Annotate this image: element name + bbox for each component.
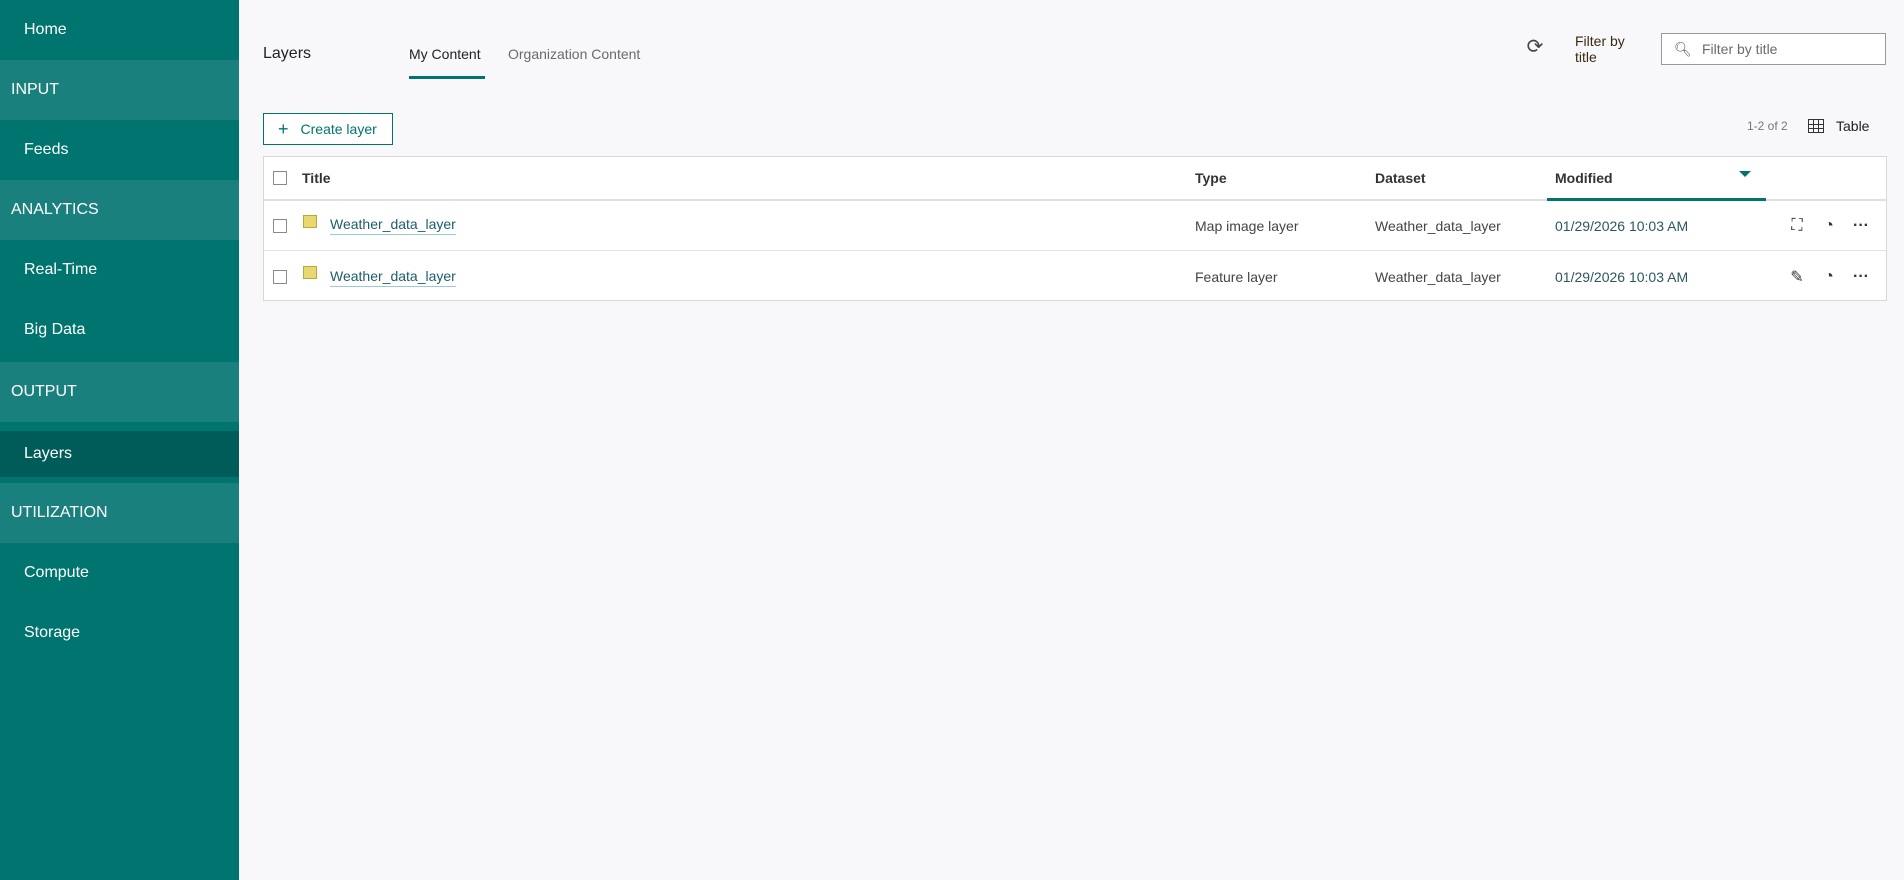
layer-type: Map image layer (1195, 217, 1299, 234)
active-tab-indicator (409, 76, 485, 79)
tab-organization-content[interactable]: Organization Content (508, 46, 640, 62)
sidebar-group-input[interactable]: INPUT (0, 60, 239, 120)
sidebar: Home INPUT Feeds ANALYTICS Real-Time Big… (0, 0, 239, 880)
column-modified[interactable]: Modified (1555, 170, 1613, 186)
sidebar-item-home[interactable]: Home (0, 0, 239, 60)
result-count: 1-2 of 2 (1747, 119, 1788, 133)
tab-my-content[interactable]: My Content (409, 46, 481, 62)
column-type[interactable]: Type (1195, 170, 1227, 186)
layer-modified: 01/29/2026 10:03 AM (1555, 269, 1689, 285)
sort-descending-icon[interactable] (1739, 171, 1751, 177)
layer-dataset: Weather_data_layer (1375, 217, 1501, 234)
sidebar-item-feeds[interactable]: Feeds (0, 120, 239, 180)
layer-type: Feature layer (1195, 269, 1278, 285)
more-options-icon[interactable]: ··· (1851, 217, 1871, 235)
feature-layer-icon (303, 266, 317, 279)
map-image-layer-icon (303, 215, 317, 228)
sidebar-item-real-time[interactable]: Real-Time (0, 240, 239, 300)
select-all-checkbox[interactable] (273, 171, 287, 185)
sidebar-group-analytics[interactable]: ANALYTICS (0, 180, 239, 240)
layers-table: Title Type Dataset Modified Weather_data… (263, 156, 1887, 301)
row-checkbox[interactable] (273, 218, 287, 233)
sidebar-item-storage[interactable]: Storage (0, 603, 239, 663)
refresh-icon[interactable]: ⟳ (1524, 36, 1546, 58)
sidebar-group-output[interactable]: OUTPUT (0, 362, 239, 422)
table-row: Weather_data_layer Feature layer Weather… (264, 252, 1886, 302)
sidebar-item-compute[interactable]: Compute (0, 543, 239, 603)
column-dataset[interactable]: Dataset (1375, 170, 1426, 186)
table-icon (1808, 119, 1824, 133)
layer-modified: 01/29/2026 10:03 AM (1555, 217, 1689, 234)
create-layer-button[interactable]: + Create layer (263, 113, 393, 145)
edit-pencil-icon[interactable]: ✎ (1787, 267, 1807, 287)
share-icon[interactable]: ◔ (1819, 217, 1839, 235)
column-title[interactable]: Title (302, 170, 331, 186)
filter-input[interactable] (1702, 41, 1872, 57)
sidebar-group-utilization[interactable]: UTILIZATION (0, 483, 239, 543)
sidebar-item-layers[interactable]: Layers (0, 431, 239, 477)
view-toggle[interactable]: Table (1808, 118, 1869, 134)
table-row: Weather_data_layer Map image layer Weath… (264, 201, 1886, 251)
layer-title-link[interactable]: Weather_data_layer (330, 268, 456, 287)
search-icon: 🔍︎ (1674, 40, 1692, 57)
page-title: Layers (263, 45, 312, 62)
more-options-icon[interactable]: ··· (1851, 268, 1871, 286)
create-layer-label: Create layer (300, 121, 377, 137)
view-label: Table (1836, 118, 1870, 134)
layer-dataset: Weather_data_layer (1375, 269, 1501, 285)
plus-icon: + (278, 118, 289, 139)
share-icon[interactable]: ◔ (1819, 268, 1839, 286)
filter-label: Filter by title (1575, 33, 1625, 65)
layer-title-link[interactable]: Weather_data_layer (330, 216, 456, 235)
table-header: Title Type Dataset Modified (264, 157, 1886, 201)
sidebar-item-big-data[interactable]: Big Data (0, 300, 239, 360)
row-checkbox[interactable] (273, 270, 287, 284)
search-box[interactable]: 🔍︎ (1661, 33, 1886, 65)
open-map-icon[interactable]: ⛶ (1787, 217, 1807, 235)
